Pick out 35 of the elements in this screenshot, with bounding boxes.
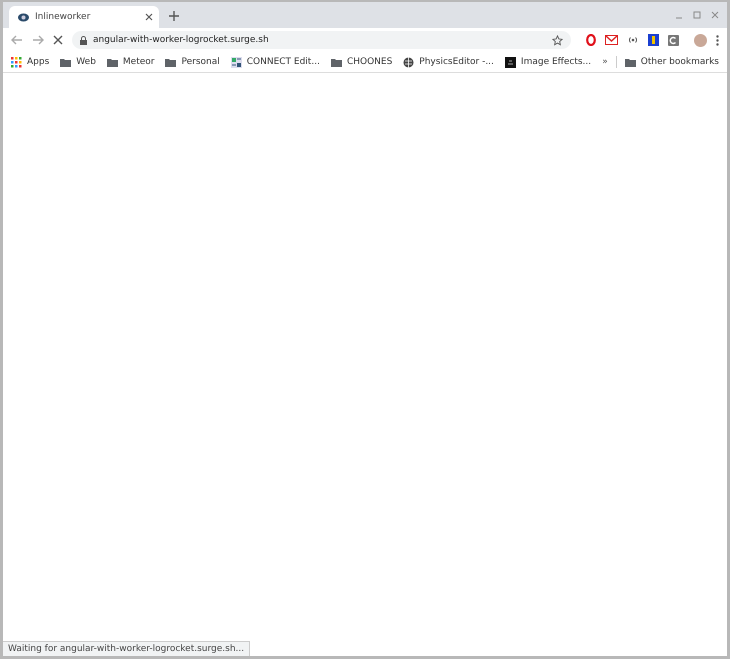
bar-extension-icon[interactable] <box>648 34 659 46</box>
menu-icon[interactable] <box>716 34 719 46</box>
lock-icon <box>80 36 87 44</box>
new-tab-plus-icon[interactable] <box>169 11 179 21</box>
bookmark-link[interactable]: PhysicsEditor -... <box>403 56 494 68</box>
browser-tab[interactable]: Inlineworker <box>9 6 159 28</box>
maximize-icon[interactable] <box>693 11 701 19</box>
bookmark-link[interactable]: Meteor <box>106 56 154 68</box>
bookmark-link[interactable]: Apps <box>11 56 50 68</box>
folder-icon <box>165 58 176 66</box>
bookmark-link[interactable]: Image Effects... <box>504 56 592 68</box>
star-icon[interactable] <box>552 34 563 46</box>
folder-icon <box>60 58 72 66</box>
folder-icon <box>624 58 636 66</box>
folder-icon <box>330 58 342 66</box>
mail-icon[interactable] <box>605 35 618 45</box>
stop-icon[interactable] <box>53 35 63 45</box>
more-bookmarks-button[interactable]: » <box>602 57 608 67</box>
status-bubble: Waiting for angular-with-worker-logrocket.surge.sh... <box>3 641 250 656</box>
bookmark-link[interactable]: CHOONES <box>330 56 392 68</box>
folder-icon <box>106 58 118 66</box>
bookmark-link[interactable]: Personal <box>165 56 220 68</box>
bookmark-link[interactable]: CONNECT Edit... <box>230 56 320 68</box>
square-extension-icon[interactable] <box>668 34 679 46</box>
circle-extension-icon[interactable] <box>586 34 596 46</box>
address-bar[interactable]: angular-with-worker-logrocket.surge.sh <box>72 31 571 49</box>
close-icon[interactable] <box>145 13 153 21</box>
broadcast-icon[interactable] <box>627 36 639 44</box>
globe-icon <box>403 56 414 68</box>
site-favicon-icon <box>230 56 242 68</box>
apps-grid-icon <box>11 56 22 68</box>
bookmark-link[interactable]: Web <box>60 56 96 68</box>
bookmark-link[interactable]: Other bookmarks <box>624 57 719 67</box>
site-favicon-icon <box>504 56 516 68</box>
eye-favicon-icon <box>18 12 29 22</box>
